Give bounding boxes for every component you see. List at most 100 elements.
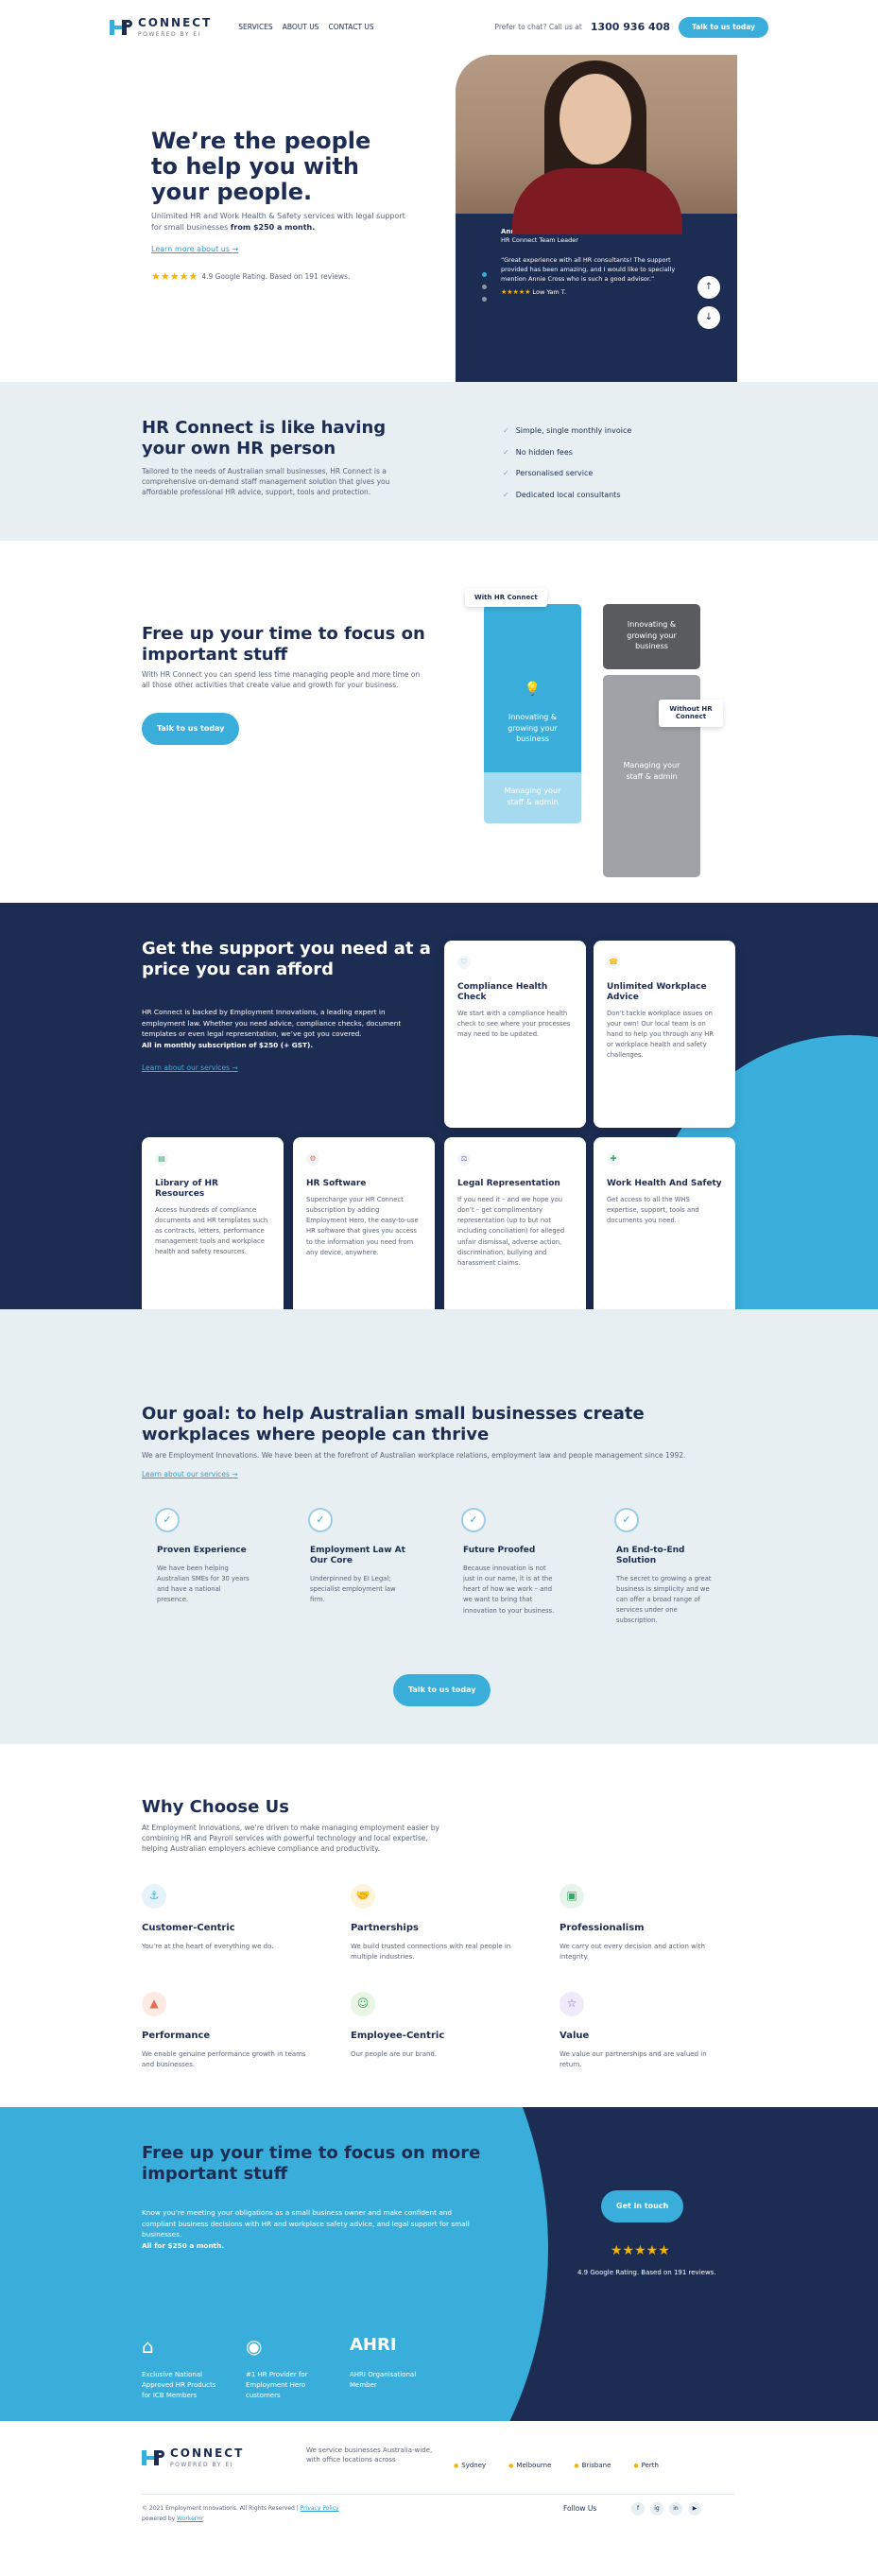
support-learn-link[interactable]: Learn about our services →	[142, 1063, 238, 1074]
get-in-touch-button[interactable]: Get in touch	[601, 2190, 684, 2222]
goal-item-title: An End-to-End Solution	[616, 1546, 685, 1565]
privacy-link[interactable]: Privacy Policy	[301, 2505, 339, 2512]
cta-title: Free up your time to focus on more impor…	[142, 2143, 481, 2184]
intro-title: HR Connect is like having your own HR pe…	[142, 418, 387, 458]
intro-section: HR Connect is like having your own HR pe…	[0, 382, 878, 541]
without-hr-tag: Without HR Connect	[659, 700, 723, 727]
check-icon: ✓	[308, 1508, 333, 1532]
service-card-whs[interactable]: ✚ Work Health And Safety Get access to a…	[594, 1137, 735, 1309]
anchor-icon: ⚓	[142, 1884, 166, 1909]
hero-title: We’re the people to help you with your p…	[151, 128, 371, 205]
goal-item-text: We have been helping Australian SMEs for…	[157, 1564, 250, 1604]
lightbulb-icon: 💡	[524, 682, 542, 697]
goal-item-title: Proven Experience	[157, 1546, 247, 1555]
learn-more-link[interactable]: Learn more about us →	[151, 244, 238, 255]
footer-logo[interactable]: CONNECT POWERED BY EI	[142, 2446, 244, 2470]
gear-icon: ⚙	[306, 1152, 319, 1166]
phone-link[interactable]: 1300 936 408	[591, 20, 670, 35]
nav-services[interactable]: SERVICES	[238, 23, 272, 33]
goal-learn-link[interactable]: Learn about our services →	[142, 1470, 238, 1480]
why-item-text: We enable genuine performance growth in …	[142, 2049, 306, 2068]
header-talk-button[interactable]: Talk to us today	[679, 16, 768, 39]
why-item-title: Employee-Centric	[351, 2031, 445, 2041]
benefit-item: Simple, single monthly invoice	[503, 425, 632, 437]
why-item-text: Our people are our brand.	[351, 2049, 438, 2058]
why-item-title: Value	[560, 2031, 590, 2041]
cta-price: All for $250 a month.	[142, 2241, 225, 2251]
goal-item-law: ✓ Employment Law At Our Core Underpinned…	[297, 1508, 405, 1605]
goal-talk-button[interactable]: Talk to us today	[393, 1674, 491, 1706]
goal-item-text: Because innovation is not just in our na…	[463, 1564, 555, 1615]
why-item-title: Performance	[142, 2031, 211, 2041]
handshake-icon: 🤝	[351, 1884, 375, 1909]
support-price: All in monthly subscription of $250 (+ G…	[142, 1041, 314, 1050]
site-footer: CONNECT POWERED BY EI We service busines…	[0, 2421, 878, 2563]
site-header: CONNECT POWERED BY EI SERVICES ABOUT US …	[0, 0, 878, 55]
card-title: Compliance Health Check	[457, 982, 548, 1002]
cta-rating-stars: ★★★★★	[611, 2243, 670, 2258]
phone-icon: ☎	[607, 956, 620, 969]
testimonial-role: HR Connect Team Leader	[501, 236, 578, 245]
follow-us-label: Follow Us	[563, 2504, 597, 2513]
linkedin-icon[interactable]: in	[669, 2502, 682, 2515]
goal-section: Our goal: to help Australian small busin…	[0, 1309, 878, 1744]
chat-prompt: Prefer to chat? Call us at	[494, 22, 582, 31]
chart-icon: ▲	[142, 1992, 166, 2016]
card-text: If you need it – and we hope you don’t –…	[457, 1195, 565, 1268]
nav-contact-us[interactable]: CONTACT US	[328, 23, 373, 33]
free-talk-button[interactable]: Talk to us today	[142, 713, 240, 745]
hero-price: from $250 a month.	[230, 222, 316, 232]
cta-section: Free up your time to focus on more impor…	[0, 2107, 878, 2421]
goal-item-title: Employment Law At Our Core	[310, 1546, 405, 1565]
with-main-label: Innovating & growing your business	[508, 713, 558, 744]
with-hr-tag: With HR Connect	[465, 588, 547, 608]
city-melbourne: Melbourne	[508, 2461, 551, 2471]
card-title: Library of HR Resources	[155, 1179, 218, 1199]
why-item-title: Partnerships	[351, 1923, 419, 1933]
facebook-icon[interactable]: f	[631, 2502, 645, 2515]
scales-icon: ⚖	[457, 1152, 471, 1166]
award-text: Exclusive National Approved HR Products …	[142, 2371, 216, 2399]
footer-divider	[142, 2494, 734, 2495]
carousel-up-button[interactable]: ↑	[697, 276, 720, 299]
why-item-value: ☆ Value We value our partnerships and ar…	[560, 1992, 749, 2070]
support-title: Get the support you need at a price you …	[142, 939, 431, 979]
agency-link[interactable]: WorkerHr	[177, 2515, 203, 2522]
free-title: Free up your time to focus on important …	[142, 624, 425, 665]
ahri-logo: AHRI	[350, 2335, 397, 2355]
with-bottom-label: Managing your staff & admin	[484, 772, 581, 823]
footer-logo-text: CONNECT	[170, 2446, 245, 2460]
logo-text: CONNECT	[138, 15, 213, 29]
service-card-advice[interactable]: ☎ Unlimited Workplace Advice Don’t tackl…	[594, 941, 735, 1128]
why-item-partnerships: 🤝 Partnerships We build trusted connecti…	[351, 1884, 540, 1962]
goal-title: Our goal: to help Australian small busin…	[142, 1404, 645, 1444]
instagram-icon[interactable]: ig	[650, 2502, 663, 2515]
goal-item-solution: ✓ An End-to-End Solution The secret to g…	[603, 1508, 712, 1627]
benefit-item: Dedicated local consultants	[503, 490, 631, 501]
card-text: Get access to all the WHS expertise, sup…	[607, 1195, 699, 1225]
support-text: HR Connect is backed by Employment Innov…	[142, 1008, 402, 1050]
cta-text: Know you’re meeting your obligations as …	[142, 2208, 470, 2251]
city-brisbane: Brisbane	[574, 2461, 611, 2471]
cta-rating-text: 4.9 Google Rating. Based on 191 reviews.	[577, 2269, 716, 2276]
social-links: f ig in ▶	[631, 2502, 701, 2515]
rating-stars: ★★★★★	[151, 270, 198, 283]
service-area-text: We service businesses Australia-wide, wi…	[306, 2446, 433, 2464]
youtube-icon[interactable]: ▶	[688, 2502, 701, 2515]
why-item-performance: ▲ Performance We enable genuine performa…	[142, 1992, 331, 2070]
service-card-software[interactable]: ⚙ HR Software Supercharge your HR Connec…	[293, 1137, 435, 1309]
main-nav: SERVICES ABOUT US CONTACT US	[238, 23, 373, 33]
hr-connect-logo[interactable]: CONNECT POWERED BY EI	[110, 15, 212, 40]
carousel-down-button[interactable]: ↓	[697, 306, 720, 329]
service-card-library[interactable]: ▤ Library of HR Resources Access hundred…	[142, 1137, 284, 1309]
service-card-compliance[interactable]: ♡ Compliance Health Check We start with …	[444, 941, 586, 1128]
card-title: HR Software	[306, 1179, 367, 1188]
why-item-title: Professionalism	[560, 1923, 645, 1933]
award-employment-hero: ◉ #1 HR Provider for Employment Hero cus…	[246, 2332, 321, 2401]
nav-about-us[interactable]: ABOUT US	[283, 23, 319, 33]
why-item-professionalism: ▣ Professionalism We carry out every dec…	[560, 1884, 749, 1962]
service-card-legal[interactable]: ⚖ Legal Representation If you need it – …	[444, 1137, 586, 1309]
check-icon: ✓	[155, 1508, 180, 1532]
star-icon: ☆	[560, 1992, 584, 2016]
shield-icon: ✚	[607, 1152, 620, 1166]
